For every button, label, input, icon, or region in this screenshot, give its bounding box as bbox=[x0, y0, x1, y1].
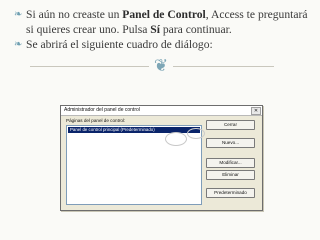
bullet-item-2: ❧ Se abrirá el siguiente cuadro de diálo… bbox=[14, 38, 213, 52]
dialog-title: Administrador del panel de control bbox=[64, 107, 140, 113]
modify-button[interactable]: Modificar... bbox=[206, 158, 255, 168]
delete-button[interactable]: Eliminar bbox=[206, 170, 255, 180]
bullet-item-1: ❧ Si aún no creaste un Panel de Control,… bbox=[14, 8, 308, 36]
bold-text: Panel de Control bbox=[122, 8, 206, 21]
ornament-icon: ❦ bbox=[149, 55, 173, 77]
bold-text: Sí bbox=[150, 22, 160, 36]
close-button[interactable]: Cerrar bbox=[206, 120, 255, 130]
new-button[interactable]: Nuevo... bbox=[206, 138, 255, 148]
curly-bullet-icon: ❧ bbox=[14, 39, 23, 51]
dialog-titlebar: Administrador del panel de control ✕ bbox=[61, 106, 262, 116]
decorative-overlay bbox=[165, 132, 187, 146]
set-default-button[interactable]: Predeterminado bbox=[206, 188, 255, 198]
bullet-list: ❧ Si aún no creaste un Panel de Control,… bbox=[14, 8, 314, 54]
close-icon[interactable]: ✕ bbox=[251, 107, 261, 115]
curly-bullet-icon: ❧ bbox=[14, 9, 23, 20]
list-label: Páginas del panel de control: bbox=[66, 118, 126, 123]
switchboard-manager-dialog: Administrador del panel de control ✕ Pág… bbox=[60, 105, 263, 211]
decorative-overlay bbox=[187, 128, 205, 139]
